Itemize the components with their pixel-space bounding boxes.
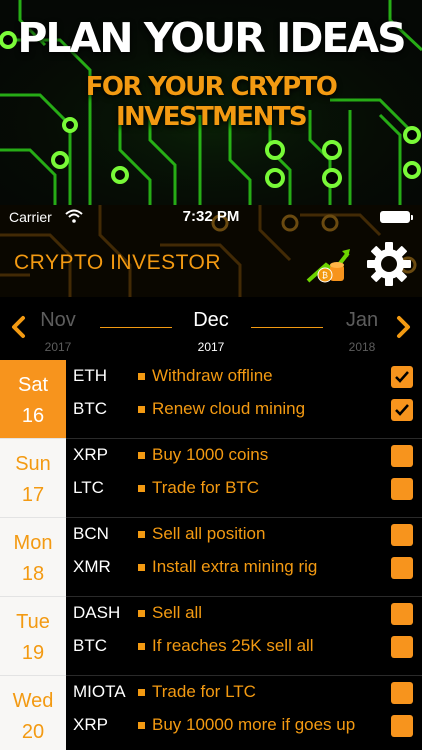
month-next-name: Jan xyxy=(345,309,379,331)
task-item[interactable]: XMR Install extra mining rig xyxy=(66,553,422,586)
month-prev[interactable]: Nov 2017 xyxy=(18,309,98,354)
day-row: Wed 20 MIOTA Trade for LTC XRP Buy 10000… xyxy=(0,676,422,750)
task-bullet xyxy=(138,643,145,650)
month-current-year: 2017 xyxy=(197,340,225,354)
task-bullet xyxy=(138,564,145,571)
task-coin: DASH xyxy=(73,603,121,622)
task-bullet xyxy=(138,689,145,696)
task-text: Trade for LTC xyxy=(152,682,256,701)
task-item[interactable]: LTC Trade for BTC xyxy=(66,474,422,507)
task-item[interactable]: BTC If reaches 25K sell all xyxy=(66,632,422,665)
task-checkbox[interactable] xyxy=(391,524,413,546)
task-text: Sell all position xyxy=(152,524,266,543)
day-row: Sun 17 XRP Buy 1000 coins LTC Trade for … xyxy=(0,439,422,518)
task-coin: ETH xyxy=(73,366,107,385)
task-coin: XMR xyxy=(73,557,111,576)
task-bullet xyxy=(138,722,145,729)
promo-subtitle: FOR YOUR CRYPTO INVESTMENTS xyxy=(85,72,338,132)
day-label[interactable]: Sat 16 xyxy=(0,360,66,439)
task-coin: XRP xyxy=(73,715,108,734)
task-checkbox[interactable] xyxy=(391,557,413,579)
task-checkbox[interactable] xyxy=(391,366,413,388)
day-row: Mon 18 BCN Sell all position XMR Install… xyxy=(0,518,422,597)
gear-icon[interactable] xyxy=(366,241,412,287)
month-prev-year: 2017 xyxy=(44,340,72,354)
promo-title: PLAN YOUR IDEAS xyxy=(17,14,406,62)
month-next[interactable]: Jan 2018 xyxy=(322,309,402,354)
month-separator-left xyxy=(100,327,172,328)
task-text: Buy 10000 more if goes up xyxy=(152,715,356,734)
task-text: Sell all xyxy=(152,603,203,622)
status-bar: Carrier 7:32 PM xyxy=(0,205,422,229)
month-current: Dec 2017 xyxy=(171,309,251,354)
task-bullet xyxy=(138,373,145,380)
day-of-week: Mon xyxy=(13,532,53,554)
task-checkbox[interactable] xyxy=(391,445,413,467)
task-text: Trade for BTC xyxy=(152,478,260,497)
day-of-week: Sun xyxy=(15,453,51,475)
app-header: Carrier 7:32 PM CRYPTO INVESTOR ₿ xyxy=(0,205,422,297)
day-number: 19 xyxy=(21,642,45,664)
day-row: Tue 19 DASH Sell all BTC If reaches 25K … xyxy=(0,597,422,676)
day-label[interactable]: Mon 18 xyxy=(0,518,66,597)
day-list: Sat 16 ETH Withdraw offline BTC Renew cl… xyxy=(0,360,422,750)
day-of-week: Sat xyxy=(17,374,49,396)
day-number: 16 xyxy=(21,405,45,427)
battery-icon xyxy=(380,211,413,223)
task-coin: BTC xyxy=(73,636,107,655)
task-coin: MIOTA xyxy=(73,682,126,701)
task-item[interactable]: XRP Buy 10000 more if goes up xyxy=(66,711,422,744)
task-item[interactable]: BTC Renew cloud mining xyxy=(66,395,422,428)
month-separator-right xyxy=(251,327,323,328)
task-coin: LTC xyxy=(73,478,104,497)
day-row: Sat 16 ETH Withdraw offline BTC Renew cl… xyxy=(0,360,422,439)
chevron-right-icon[interactable] xyxy=(394,315,414,339)
task-item[interactable]: BCN Sell all position xyxy=(66,520,422,553)
day-label[interactable]: Wed 20 xyxy=(0,676,66,750)
task-item[interactable]: XRP Buy 1000 coins xyxy=(66,441,422,474)
coins-growth-icon[interactable]: ₿ xyxy=(306,243,352,283)
task-bullet xyxy=(138,406,145,413)
app-title: CRYPTO INVESTOR xyxy=(14,251,222,274)
task-coin: XRP xyxy=(73,445,108,464)
task-checkbox[interactable] xyxy=(391,399,413,421)
task-item[interactable]: MIOTA Trade for LTC xyxy=(66,678,422,711)
month-prev-name: Nov xyxy=(40,309,76,331)
day-label[interactable]: Tue 19 xyxy=(0,597,66,676)
day-number: 17 xyxy=(21,484,45,506)
day-number: 18 xyxy=(21,563,45,585)
month-navigator: Nov 2017 Dec 2017 Jan 2018 xyxy=(0,297,422,360)
task-coin: BTC xyxy=(73,399,107,418)
status-time: 7:32 PM xyxy=(182,208,240,225)
task-bullet xyxy=(138,452,145,459)
task-bullet xyxy=(138,610,145,617)
month-next-year: 2018 xyxy=(348,340,376,354)
task-item[interactable]: ETH Withdraw offline xyxy=(66,362,422,395)
task-checkbox[interactable] xyxy=(391,603,413,625)
day-number: 20 xyxy=(21,721,45,743)
task-checkbox[interactable] xyxy=(391,682,413,704)
day-of-week: Wed xyxy=(12,690,54,712)
task-checkbox[interactable] xyxy=(391,715,413,737)
task-text: Renew cloud mining xyxy=(152,399,306,418)
task-text: Withdraw offline xyxy=(152,366,273,385)
task-text: Install extra mining rig xyxy=(152,557,318,576)
task-bullet xyxy=(138,531,145,538)
month-current-name: Dec xyxy=(193,309,229,331)
task-bullet xyxy=(138,485,145,492)
promo-banner: PLAN YOUR IDEAS FOR YOUR CRYPTO INVESTME… xyxy=(0,0,422,205)
task-text: Buy 1000 coins xyxy=(152,445,269,464)
checkmark-icon xyxy=(395,371,409,383)
task-item[interactable]: DASH Sell all xyxy=(66,599,422,632)
task-checkbox[interactable] xyxy=(391,478,413,500)
day-of-week: Tue xyxy=(16,611,50,633)
task-text: If reaches 25K sell all xyxy=(152,636,314,655)
svg-text:₿: ₿ xyxy=(322,271,328,280)
task-coin: BCN xyxy=(73,524,109,543)
day-label[interactable]: Sun 17 xyxy=(0,439,66,518)
checkmark-icon xyxy=(395,404,409,416)
task-checkbox[interactable] xyxy=(391,636,413,658)
